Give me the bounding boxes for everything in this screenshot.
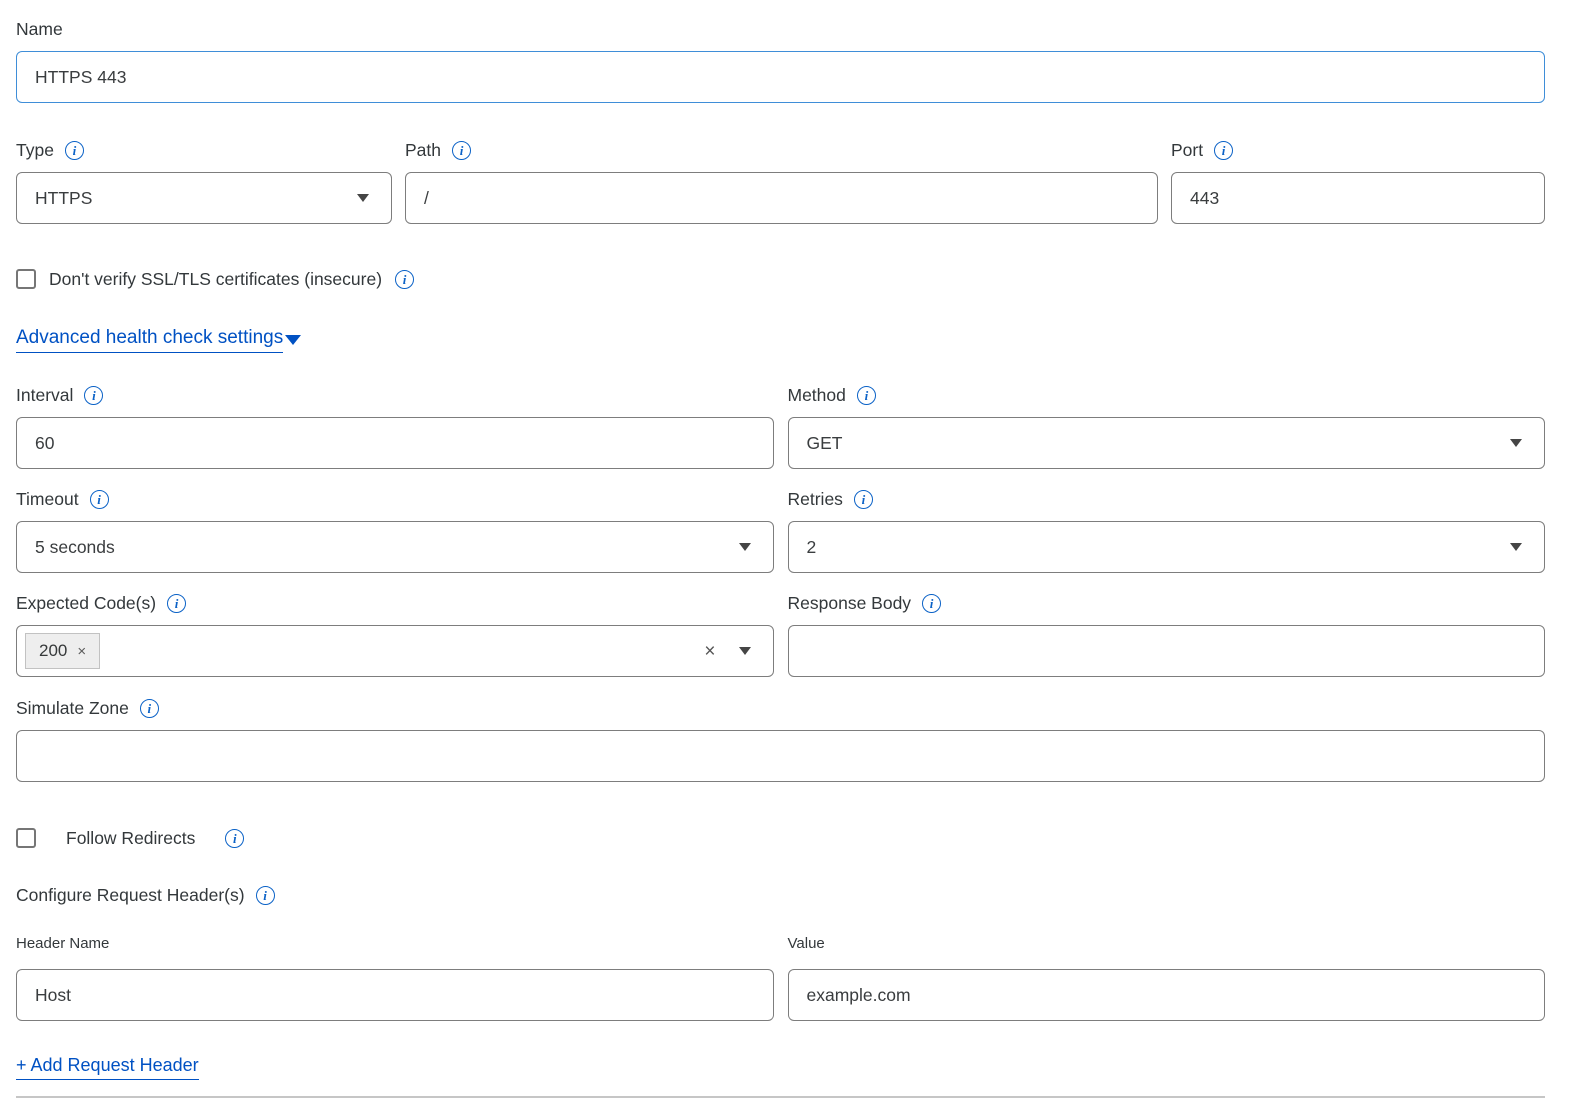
interval-field: Interval i	[16, 384, 774, 469]
add-request-header-link[interactable]: + Add Request Header	[16, 1055, 199, 1080]
section-divider	[16, 1096, 1545, 1098]
caret-down-icon	[739, 647, 751, 655]
timeout-select-value: 5 seconds	[35, 537, 115, 558]
response-body-field: Response Body i	[788, 592, 1546, 677]
clear-icon[interactable]: ×	[704, 642, 715, 661]
request-headers-label: Configure Request Header(s)	[16, 884, 245, 906]
retries-select-value: 2	[807, 537, 817, 558]
method-select[interactable]: GET	[788, 417, 1546, 469]
follow-redirects-row: Follow Redirects i	[16, 827, 1545, 849]
info-icon[interactable]: i	[167, 594, 186, 613]
simulate-zone-label: Simulate Zone	[16, 697, 129, 719]
header-value-input[interactable]	[788, 969, 1546, 1021]
method-field: Method i GET	[788, 384, 1546, 469]
type-select[interactable]: HTTPS	[16, 172, 392, 224]
interval-input[interactable]	[16, 417, 774, 469]
type-select-value: HTTPS	[35, 188, 92, 209]
expected-codes-label: Expected Code(s)	[16, 592, 156, 614]
caret-down-icon	[357, 194, 369, 202]
path-input[interactable]	[405, 172, 1158, 224]
retries-select[interactable]: 2	[788, 521, 1546, 573]
follow-redirects-checkbox[interactable]	[16, 828, 36, 848]
follow-redirects-label: Follow Redirects	[66, 828, 195, 849]
info-icon[interactable]: i	[140, 699, 159, 718]
type-label: Type	[16, 139, 54, 161]
expected-code-tag-value: 200	[39, 641, 67, 661]
expected-code-tag: 200 ×	[25, 633, 100, 669]
method-label: Method	[788, 384, 846, 406]
info-icon[interactable]: i	[1214, 141, 1233, 160]
info-icon[interactable]: i	[395, 270, 414, 289]
simulate-zone-input[interactable]	[16, 730, 1545, 782]
name-label: Name	[16, 18, 63, 40]
response-body-label: Response Body	[788, 592, 912, 614]
request-headers-section: Configure Request Header(s) i	[16, 884, 1545, 906]
header-name-label: Header Name	[16, 933, 109, 955]
name-input[interactable]	[16, 51, 1545, 103]
ssl-verify-checkbox[interactable]	[16, 269, 36, 289]
name-field: Name	[16, 18, 1545, 139]
ssl-verify-label: Don't verify SSL/TLS certificates (insec…	[49, 269, 382, 290]
caret-down-icon	[1510, 439, 1522, 447]
info-icon[interactable]: i	[65, 141, 84, 160]
expected-codes-controls: ×	[704, 642, 750, 661]
info-icon[interactable]: i	[90, 490, 109, 509]
info-icon[interactable]: i	[452, 141, 471, 160]
caret-down-icon	[739, 543, 751, 551]
info-icon[interactable]: i	[857, 386, 876, 405]
port-label: Port	[1171, 139, 1203, 161]
header-value-field: Value	[788, 933, 1546, 1021]
header-row: Header Name Value	[16, 933, 1545, 1021]
caret-down-icon	[1510, 543, 1522, 551]
info-icon[interactable]: i	[922, 594, 941, 613]
remove-tag-icon[interactable]: ×	[77, 644, 86, 659]
type-field: Type i HTTPS	[16, 139, 392, 224]
info-icon[interactable]: i	[225, 829, 244, 848]
timeout-field: Timeout i 5 seconds	[16, 488, 774, 573]
codes-body-row: Expected Code(s) i 200 × × Response Body…	[16, 592, 1545, 677]
path-label: Path	[405, 139, 441, 161]
info-icon[interactable]: i	[84, 386, 103, 405]
ssl-verify-row: Don't verify SSL/TLS certificates (insec…	[16, 268, 1545, 290]
header-value-label: Value	[788, 933, 825, 955]
interval-method-row: Interval i Method i GET	[16, 384, 1545, 469]
response-body-input[interactable]	[788, 625, 1546, 677]
header-name-field: Header Name	[16, 933, 774, 1021]
expected-codes-field: Expected Code(s) i 200 × ×	[16, 592, 774, 677]
method-select-value: GET	[807, 433, 843, 454]
timeout-label: Timeout	[16, 488, 79, 510]
retries-field: Retries i 2	[788, 488, 1546, 573]
path-field: Path i	[405, 139, 1158, 224]
info-icon[interactable]: i	[256, 886, 275, 905]
simulate-zone-field: Simulate Zone i	[16, 697, 1545, 827]
expected-codes-select[interactable]: 200 × ×	[16, 625, 774, 677]
header-name-input[interactable]	[16, 969, 774, 1021]
retries-label: Retries	[788, 488, 843, 510]
advanced-settings-link-label: Advanced health check settings	[16, 327, 283, 353]
timeout-retries-row: Timeout i 5 seconds Retries i 2	[16, 488, 1545, 573]
interval-label: Interval	[16, 384, 73, 406]
port-field: Port i	[1171, 139, 1545, 224]
timeout-select[interactable]: 5 seconds	[16, 521, 774, 573]
type-path-port-row: Type i HTTPS Path i Port i	[16, 139, 1545, 224]
port-input[interactable]	[1171, 172, 1545, 224]
info-icon[interactable]: i	[854, 490, 873, 509]
advanced-settings-link[interactable]: Advanced health check settings	[16, 327, 301, 353]
caret-down-icon	[285, 335, 301, 345]
health-check-form: Name Type i HTTPS Path i Port i	[0, 0, 1570, 1098]
